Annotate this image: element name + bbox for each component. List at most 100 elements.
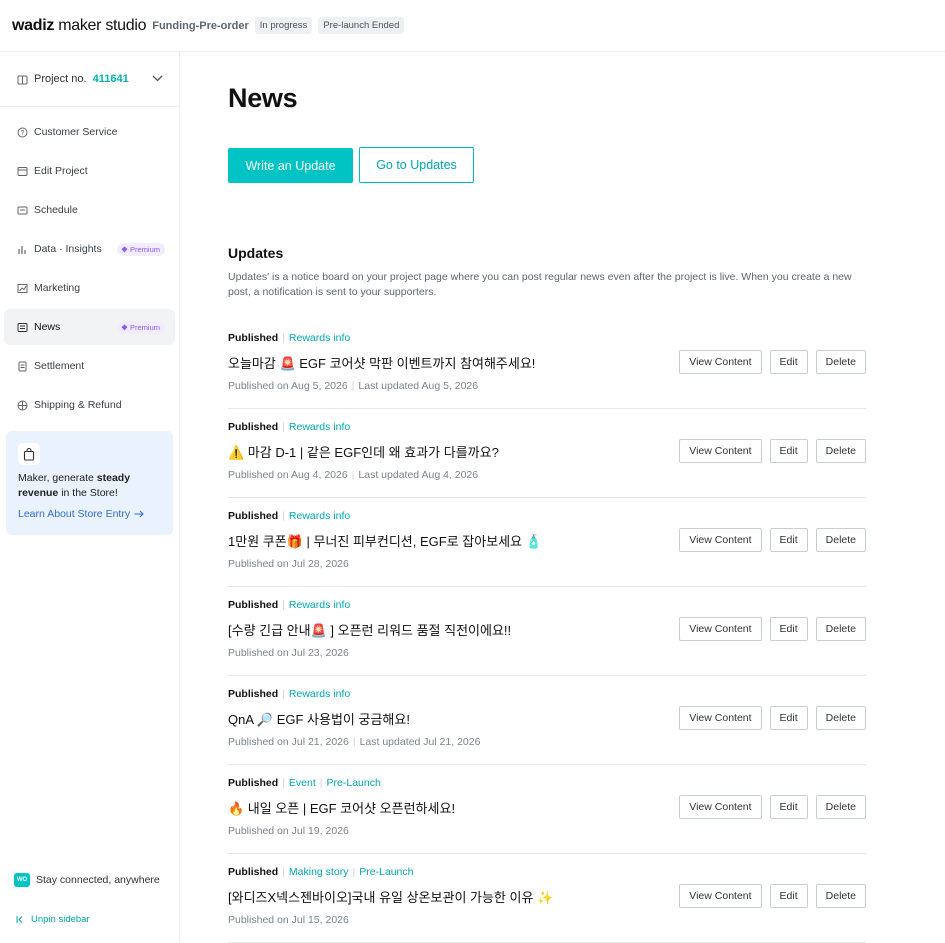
update-meta: Published | Rewards info	[228, 599, 350, 611]
update-row: Published | Rewards info QnA 🔎 EGF 사용법이 궁금…	[228, 676, 866, 765]
tag-separator: |	[282, 421, 285, 433]
delete-button[interactable]: Delete	[815, 439, 866, 463]
view-content-button[interactable]: View Content	[679, 528, 762, 552]
updates-list: Published | Rewards info 오늘마감 🚨 EGF 코어샷 막판…	[228, 320, 866, 943]
sidebar-item-label: Data · Insights	[34, 243, 102, 255]
update-dates: Published on Jul 15, 2026	[228, 914, 349, 926]
edit-button[interactable]: Edit	[769, 617, 808, 641]
published-date: Published on Jul 15, 2026	[228, 914, 349, 926]
store-entry-link[interactable]: Learn About Store Entry	[18, 508, 161, 520]
sidebar-item-edit-project[interactable]: Edit Project	[4, 153, 175, 189]
update-title: [와디즈X넥스젠바이오]국내 유일 상온보관이 가능한 이유 ✨	[228, 890, 554, 905]
edit-button[interactable]: Edit	[769, 884, 808, 908]
category-tag[interactable]: Pre-Launch	[359, 866, 413, 878]
sidebar-item-data-insights[interactable]: Data · Insights Premium	[4, 231, 175, 267]
delete-button[interactable]: Delete	[815, 528, 866, 552]
shopping-bag-icon	[18, 443, 40, 465]
edit-project-icon	[16, 165, 28, 177]
sidebar-item-shipping-refund[interactable]: Shipping & Refund	[4, 387, 175, 423]
unpin-sidebar-button[interactable]: Unpin sidebar	[16, 914, 90, 925]
wadiz-app-logo-icon: WO	[14, 873, 30, 887]
status-label: Published	[228, 510, 279, 522]
sidebar-item-label: Shipping & Refund	[34, 399, 122, 411]
sidebar-item-schedule[interactable]: Schedule	[4, 192, 175, 228]
delete-button[interactable]: Delete	[815, 706, 866, 730]
update-meta: Published | Rewards info	[228, 510, 350, 522]
delete-button[interactable]: Delete	[815, 350, 866, 374]
category-tag[interactable]: Rewards info	[289, 688, 350, 700]
update-actions: View Content Edit Delete	[679, 884, 866, 908]
tag-separator: |	[282, 510, 285, 522]
sidebar-item-customer-service[interactable]: ? Customer Service	[4, 114, 175, 150]
sidebar-item-marketing[interactable]: Marketing	[4, 270, 175, 306]
edit-button[interactable]: Edit	[769, 795, 808, 819]
edit-button[interactable]: Edit	[769, 350, 808, 374]
schedule-icon	[16, 204, 28, 216]
delete-button[interactable]: Delete	[815, 617, 866, 641]
update-row: Published | Rewards info 1만원 쿠폰🎁 | 무너진 피부컨…	[228, 498, 866, 587]
project-label: Project no.	[34, 73, 87, 85]
status-badge-in-progress: In progress	[254, 17, 313, 34]
marketing-chart-icon	[16, 282, 28, 294]
update-dates: Published on Jul 23, 2026	[228, 647, 349, 659]
category-tag[interactable]: Rewards info	[289, 332, 350, 344]
tag-separator: |	[352, 866, 356, 878]
sidebar-nav: ? Customer Service Edit Project Schedule…	[0, 107, 179, 423]
view-content-button[interactable]: View Content	[679, 350, 762, 374]
status-label: Published	[228, 688, 279, 700]
update-meta: Published | Making story | Pre-Launch	[228, 866, 413, 878]
date-separator: |	[351, 380, 355, 392]
shipping-icon	[16, 399, 28, 411]
published-date: Published on Jul 21, 2026	[228, 736, 349, 748]
view-content-button[interactable]: View Content	[679, 795, 762, 819]
view-content-button[interactable]: View Content	[679, 439, 762, 463]
update-row: Published | Rewards info 오늘마감 🚨 EGF 코어샷 막판…	[228, 320, 866, 409]
sidebar-item-label: Schedule	[34, 204, 78, 216]
sidebar-item-label: Customer Service	[34, 126, 118, 138]
update-title: QnA 🔎 EGF 사용법이 궁금해요!	[228, 712, 410, 727]
last-updated-date: Last updated Jul 21, 2026	[359, 736, 481, 748]
update-meta: Published | Event | Pre-Launch	[228, 777, 381, 789]
project-icon	[16, 73, 28, 85]
view-content-button[interactable]: View Content	[679, 706, 762, 730]
sidebar-item-news[interactable]: News Premium	[4, 309, 175, 345]
edit-button[interactable]: Edit	[769, 528, 808, 552]
category-tag[interactable]: Pre-Launch	[327, 777, 381, 789]
edit-button[interactable]: Edit	[769, 706, 808, 730]
update-meta: Published | Rewards info	[228, 332, 350, 344]
update-row: Published | Making story | Pre-Launch [와디즈X넥…	[228, 854, 866, 943]
category-tag[interactable]: Event	[289, 777, 316, 789]
sidebar-item-settlement[interactable]: Settlement	[4, 348, 175, 384]
update-actions: View Content Edit Delete	[679, 439, 866, 463]
status-label: Published	[228, 421, 279, 433]
delete-button[interactable]: Delete	[815, 884, 866, 908]
sidebar-item-label: Settlement	[34, 360, 85, 372]
update-dates: Published on Jul 28, 2026	[228, 558, 349, 570]
category-tag[interactable]: Rewards info	[289, 599, 350, 611]
published-date: Published on Aug 4, 2026	[228, 469, 348, 481]
chevron-down-icon[interactable]	[152, 73, 163, 85]
project-selector[interactable]: Project no. 411641	[0, 52, 179, 107]
date-separator: |	[351, 469, 355, 481]
news-icon	[16, 321, 28, 333]
category-tag[interactable]: Rewards info	[289, 421, 350, 433]
tag-separator: |	[282, 866, 285, 878]
date-separator: |	[352, 736, 356, 748]
diamond-icon	[121, 324, 128, 330]
sidebar-item-label: Marketing	[34, 282, 81, 294]
go-to-updates-button[interactable]: Go to Updates	[359, 147, 474, 183]
unpin-icon	[16, 916, 23, 923]
view-content-button[interactable]: View Content	[679, 884, 762, 908]
delete-button[interactable]: Delete	[815, 795, 866, 819]
stay-connected-link[interactable]: WO Stay connected, anywhere	[14, 873, 160, 887]
brand-logo[interactable]: wadiz maker studio	[12, 17, 147, 35]
edit-button[interactable]: Edit	[769, 439, 808, 463]
view-content-button[interactable]: View Content	[679, 617, 762, 641]
project-type: Funding-Pre-order	[152, 19, 249, 32]
write-update-button[interactable]: Write an Update	[228, 148, 353, 183]
stay-connected-label: Stay connected, anywhere	[36, 874, 160, 886]
svg-text:?: ?	[20, 130, 24, 137]
category-tag[interactable]: Rewards info	[289, 510, 350, 522]
sidebar: Project no. 411641 ? Customer Service Ed…	[0, 52, 180, 941]
category-tag[interactable]: Making story	[289, 866, 349, 878]
